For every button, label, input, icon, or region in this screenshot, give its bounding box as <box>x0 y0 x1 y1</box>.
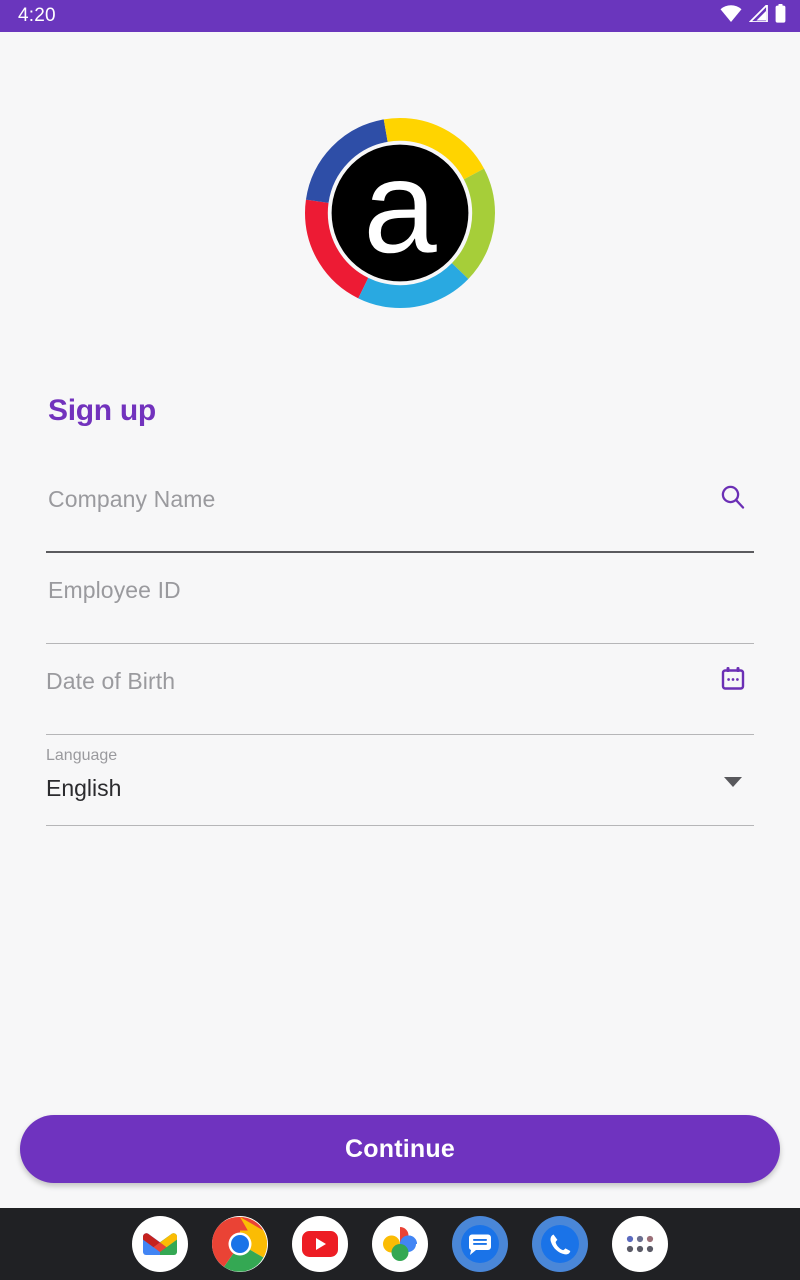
status-bar-clock: 4:20 <box>18 5 56 26</box>
dock-app-photos[interactable] <box>372 1216 428 1272</box>
continue-button[interactable]: Continue <box>20 1115 780 1183</box>
gmail-icon <box>143 1233 177 1255</box>
page-title: Sign up <box>48 394 156 427</box>
status-bar: 4:20 <box>0 0 800 32</box>
messages-icon <box>461 1225 499 1263</box>
signal-icon <box>747 2 768 27</box>
signup-form: Sign up Company Name Employee ID Date of… <box>46 394 754 826</box>
search-icon[interactable] <box>716 480 750 514</box>
employee-id-placeholder: Employee ID <box>48 577 181 603</box>
dock-app-gmail[interactable] <box>132 1216 188 1272</box>
field-underline <box>46 825 754 826</box>
logo-mark: a <box>305 118 495 308</box>
dock-app-chrome[interactable] <box>212 1216 268 1272</box>
android-dock <box>0 1208 800 1280</box>
field-employee-id[interactable]: Employee ID <box>46 553 754 644</box>
dock-app-messages[interactable] <box>452 1216 508 1272</box>
language-label: Language <box>46 747 118 764</box>
chevron-down-icon[interactable] <box>724 777 742 787</box>
dock-app-youtube[interactable] <box>292 1216 348 1272</box>
field-company-name[interactable]: Company Name <box>46 462 754 553</box>
brand-logo: a <box>0 118 800 308</box>
language-value: English <box>46 775 122 801</box>
chrome-icon <box>212 1216 268 1272</box>
logo-letter: a <box>363 133 437 280</box>
date-of-birth-placeholder: Date of Birth <box>46 668 176 694</box>
field-language[interactable]: Language English <box>46 735 754 826</box>
google-photos-icon <box>383 1227 417 1261</box>
dock-app-phone[interactable] <box>532 1216 588 1272</box>
app-drawer-icon <box>626 1235 654 1253</box>
phone-icon <box>541 1225 579 1263</box>
company-name-placeholder: Company Name <box>48 486 216 512</box>
wifi-icon <box>720 5 742 27</box>
signup-screen: a Sign up Company Name Employee ID Date … <box>0 32 800 1208</box>
youtube-icon <box>302 1231 338 1257</box>
battery-icon <box>775 4 786 28</box>
dock-app-drawer[interactable] <box>612 1216 668 1272</box>
status-bar-icons <box>720 2 786 28</box>
calendar-icon[interactable] <box>716 662 750 696</box>
field-date-of-birth[interactable]: Date of Birth <box>46 644 754 735</box>
